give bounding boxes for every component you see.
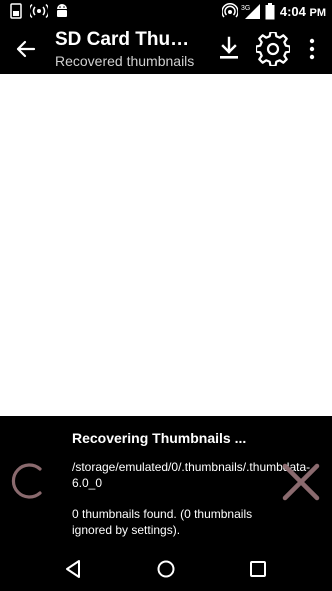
progress-title: Recovering Thumbnails ...: [72, 430, 247, 446]
navigation-bar: [0, 547, 332, 591]
close-icon: [280, 463, 322, 507]
hotspot-icon: [222, 3, 238, 19]
home-circle-icon: [155, 560, 177, 584]
status-bar: 3G 4:04 PM: [0, 0, 332, 24]
loading-spinner-icon: [8, 460, 46, 502]
thumbnail-list[interactable]: [0, 74, 332, 416]
progress-panel: Recovering Thumbnails ... /storage/emula…: [0, 416, 332, 547]
settings-button[interactable]: [254, 30, 292, 68]
recents-square-icon: [247, 561, 269, 584]
status-time: 4:04 PM: [279, 4, 326, 19]
progress-path: /storage/emulated/0/.thumbnails/.thumbda…: [72, 460, 311, 490]
gear-icon: [254, 30, 292, 70]
battery-icon: [265, 3, 275, 20]
nav-recents-button[interactable]: [247, 558, 269, 580]
back-arrow-icon: [10, 40, 40, 68]
sim-icon: [10, 3, 22, 19]
nav-home-button[interactable]: [155, 558, 177, 580]
overflow-menu-icon: [302, 38, 322, 66]
nav-back-button[interactable]: [62, 558, 84, 580]
page-subtitle: Recovered thumbnails: [55, 53, 195, 69]
overflow-menu-button[interactable]: [302, 36, 322, 62]
network-type-label: 3G: [241, 5, 250, 12]
app-bar: SD Card Thumbnails Recovered thumbnails: [0, 24, 332, 74]
progress-count: 0 thumbnails found. (0 thumbnails ignore…: [72, 507, 253, 537]
cancel-button[interactable]: [280, 461, 322, 503]
android-icon: [55, 3, 69, 19]
back-triangle-icon: [62, 560, 84, 584]
back-button[interactable]: [10, 34, 40, 64]
download-button[interactable]: [214, 34, 244, 64]
signal-icon: 3G: [241, 3, 261, 20]
page-title: SD Card Thumbnails: [55, 29, 203, 50]
wifi-hotspot-icon: [30, 3, 48, 19]
download-icon: [214, 36, 244, 68]
